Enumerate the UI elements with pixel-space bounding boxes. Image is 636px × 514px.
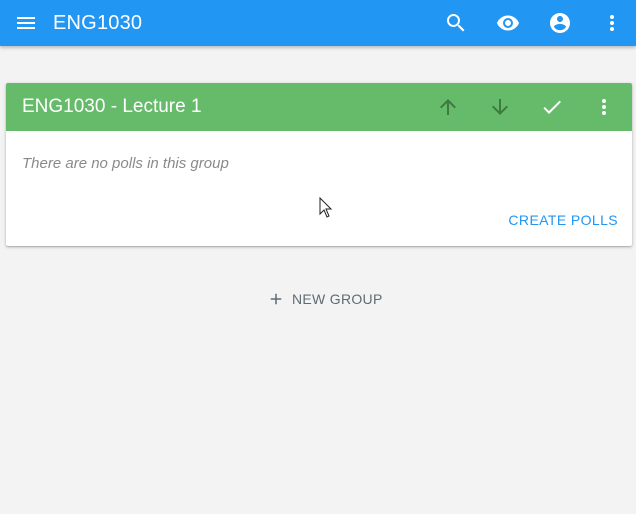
arrow-down-icon[interactable]	[488, 95, 512, 119]
eye-icon[interactable]	[496, 11, 520, 35]
group-title: ENG1030 - Lecture 1	[22, 96, 202, 117]
more-vert-icon[interactable]	[600, 11, 624, 35]
account-circle-icon[interactable]	[548, 11, 572, 35]
create-polls-button[interactable]: CREATE POLLS	[508, 212, 618, 228]
search-icon[interactable]	[444, 11, 468, 35]
plus-icon	[270, 293, 282, 305]
empty-polls-message: There are no polls in this group	[22, 155, 229, 172]
app-bar: ENG1030	[0, 0, 636, 46]
app-title: ENG1030	[53, 12, 143, 34]
check-icon[interactable]	[540, 95, 564, 119]
group-card: ENG1030 - Lecture 1 There are no polls i…	[6, 83, 632, 246]
new-group-label: NEW GROUP	[292, 291, 383, 307]
mouse-cursor-icon	[319, 196, 333, 219]
menu-icon[interactable]	[14, 11, 38, 35]
group-header: ENG1030 - Lecture 1	[6, 83, 632, 131]
new-group-button[interactable]: NEW GROUP	[267, 289, 383, 309]
arrow-up-icon[interactable]	[436, 95, 460, 119]
group-more-vert-icon[interactable]	[592, 95, 616, 119]
